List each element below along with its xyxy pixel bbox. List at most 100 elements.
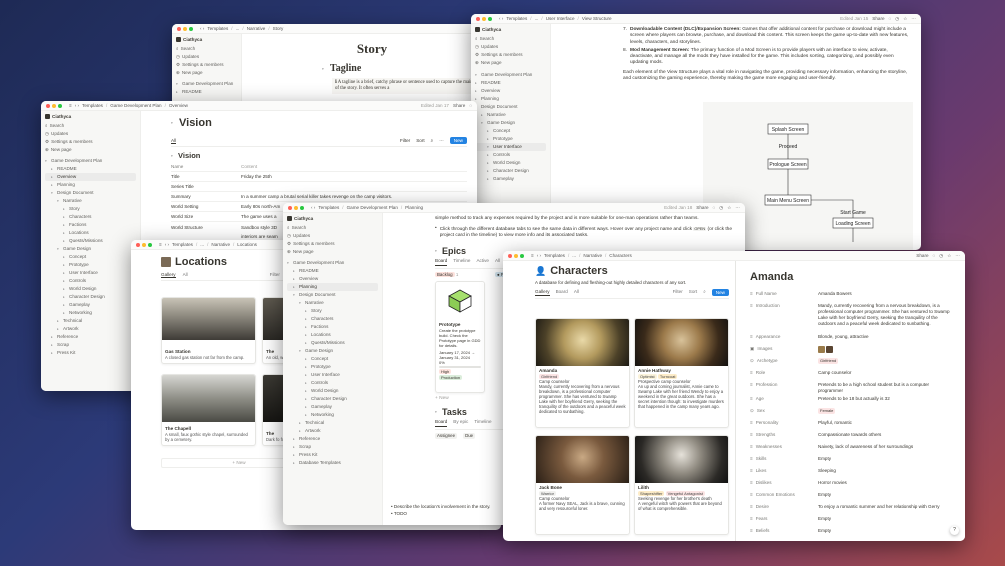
view-tab-timeline[interactable]: Timeline bbox=[453, 258, 470, 266]
sidebar-item[interactable]: ▸ Characters bbox=[45, 213, 136, 221]
maximize-button[interactable] bbox=[488, 16, 492, 21]
search-icon[interactable]: ⌕ bbox=[431, 138, 434, 143]
sidebar-item[interactable]: ▾ Game Development Plan bbox=[45, 157, 136, 165]
sidebar-new-page[interactable]: ⊕ New page bbox=[45, 146, 136, 154]
property-row[interactable]: ⊙ Archetype Girlfriend bbox=[750, 356, 955, 368]
breadcrumb-item[interactable]: Templates bbox=[172, 242, 193, 247]
table-row[interactable]: Series Title bbox=[171, 182, 467, 192]
view-tab-all[interactable]: All bbox=[495, 258, 500, 266]
view-tab-active[interactable]: Active bbox=[476, 258, 489, 266]
sidebar-item[interactable]: ▾ Game Development Plan bbox=[475, 71, 546, 79]
sidebar-item[interactable]: ▾ Game Design bbox=[287, 347, 378, 355]
workspace-switcher[interactable]: Ciathyca bbox=[176, 37, 237, 42]
gallery-card[interactable]: Gas Station A closed gas station not far … bbox=[161, 297, 256, 364]
sidebar-settings[interactable]: ⚙ Settings & members bbox=[45, 138, 136, 146]
sidebar-item[interactable]: ▾ Game Development Plan bbox=[287, 259, 378, 267]
sidebar-item[interactable]: ▸ Prototype bbox=[45, 261, 136, 269]
sidebar-updates[interactable]: ◷ Updates bbox=[176, 53, 237, 61]
sidebar-item[interactable]: ▸ Factions bbox=[287, 323, 378, 331]
close-button[interactable] bbox=[508, 253, 512, 258]
sidebar-item[interactable]: ▸ Press Kit bbox=[287, 451, 378, 459]
close-button[interactable] bbox=[288, 205, 292, 210]
property-row[interactable]: ≡ Beliefs Empty bbox=[750, 526, 955, 538]
breadcrumb-item[interactable]: Game Development Plan bbox=[347, 205, 398, 210]
sidebar-toggle-icon[interactable]: ≡ bbox=[69, 103, 72, 108]
sidebar-new-page[interactable]: ⊕ New page bbox=[176, 69, 237, 77]
share-button[interactable]: Share bbox=[696, 205, 708, 210]
property-row[interactable]: ≡ Profession Pretends to be a high school … bbox=[750, 380, 955, 394]
sidebar-search[interactable]: ⌕ Search bbox=[176, 45, 237, 53]
view-tab-gallery[interactable]: Gallery bbox=[161, 272, 176, 278]
more-icon[interactable]: ⋯ bbox=[439, 138, 444, 144]
filter-button[interactable]: Filter bbox=[673, 289, 683, 296]
breadcrumb-item[interactable]: Templates bbox=[207, 26, 228, 31]
new-button[interactable]: New bbox=[449, 137, 467, 144]
back-icon[interactable]: ‹ › bbox=[75, 103, 79, 108]
sidebar-item[interactable]: ▾Design Document bbox=[45, 189, 136, 197]
sidebar-item[interactable]: ▸ Controls bbox=[475, 151, 546, 159]
breadcrumb-item[interactable]: Templates bbox=[544, 253, 565, 258]
sidebar-new-page[interactable]: ⊕ New page bbox=[287, 248, 378, 256]
sidebar-item[interactable]: ▸ Overview bbox=[475, 87, 546, 95]
workspace-switcher[interactable]: Ciathyca bbox=[475, 27, 546, 32]
sidebar-search[interactable]: ⌕ Search bbox=[475, 35, 546, 43]
property-row[interactable]: ▣ Images bbox=[750, 344, 955, 356]
maximize-button[interactable] bbox=[520, 253, 524, 258]
sidebar-item[interactable]: ▸ Overview bbox=[287, 275, 378, 283]
property-row[interactable]: ≡ Fears Empty bbox=[750, 514, 955, 526]
sidebar-item[interactable]: ▸ Concept bbox=[45, 253, 136, 261]
sidebar-item[interactable]: ▸ Planning bbox=[45, 181, 136, 189]
sidebar-item[interactable]: ▸ Quests/Missions bbox=[287, 339, 378, 347]
property-row[interactable]: ≡ Desire To enjoy a romantic summer and he… bbox=[750, 502, 955, 514]
minimize-button[interactable] bbox=[482, 16, 486, 21]
sidebar-item[interactable]: ▾Design Document bbox=[475, 103, 546, 111]
share-button[interactable]: Share bbox=[916, 253, 928, 258]
property-row[interactable]: ≡ Age Pretends to be 18 but actually is 32 bbox=[750, 394, 955, 406]
maximize-button[interactable] bbox=[189, 26, 193, 31]
breadcrumb-item[interactable]: Narrative bbox=[247, 26, 266, 31]
sidebar-item[interactable]: ▾ Game Design bbox=[475, 119, 546, 127]
property-row[interactable]: ⊙ Sex Female bbox=[750, 406, 955, 418]
sidebar-item[interactable]: ▸ Networking bbox=[287, 411, 378, 419]
filter-button[interactable]: Filter bbox=[400, 138, 410, 143]
maximize-button[interactable] bbox=[58, 103, 62, 108]
sidebar-item[interactable]: ▸ User Interface bbox=[45, 269, 136, 277]
sidebar-new-page[interactable]: ⊕ New page bbox=[475, 59, 546, 67]
sidebar-search[interactable]: ⌕ Search bbox=[45, 122, 136, 130]
sidebar-item[interactable]: ▸ World Design bbox=[45, 285, 136, 293]
sidebar-item[interactable]: ▸ Planning bbox=[475, 95, 546, 103]
view-tab-board[interactable]: Board bbox=[435, 419, 448, 427]
sidebar-item[interactable]: ▸ Character Design bbox=[475, 167, 546, 175]
close-button[interactable] bbox=[46, 103, 50, 108]
share-button[interactable]: Share bbox=[872, 16, 884, 21]
comment-icon[interactable]: ◌ bbox=[469, 103, 472, 108]
sidebar-item[interactable]: ▸ Locations bbox=[287, 331, 378, 339]
share-button[interactable]: Share bbox=[453, 103, 465, 108]
close-button[interactable] bbox=[136, 242, 140, 247]
breadcrumb-item[interactable]: Characters bbox=[609, 253, 631, 258]
property-row[interactable]: ≡ Full Name Amanda Bowers bbox=[750, 289, 955, 301]
minimize-button[interactable] bbox=[514, 253, 518, 258]
breadcrumb-item[interactable]: Story bbox=[273, 26, 284, 31]
history-icon[interactable]: ◷ bbox=[719, 205, 723, 211]
sidebar-item[interactable]: ▸ Locations bbox=[45, 229, 136, 237]
back-icon[interactable]: ‹ › bbox=[499, 16, 503, 21]
table-row[interactable]: Title Friday the 25th bbox=[171, 172, 467, 182]
breadcrumb-item[interactable]: Game Development Plan bbox=[110, 103, 161, 108]
due-filter[interactable]: Due bbox=[463, 432, 476, 439]
sidebar-item[interactable]: ▸ Quests/Missions bbox=[45, 237, 136, 245]
sidebar-item[interactable]: ▸ Overview bbox=[45, 173, 136, 181]
breadcrumb-item[interactable]: Overview bbox=[169, 103, 188, 108]
sidebar-item[interactable]: ▸ World Design bbox=[475, 159, 546, 167]
minimize-button[interactable] bbox=[52, 103, 56, 108]
sidebar-updates[interactable]: ◷ Updates bbox=[287, 232, 378, 240]
workspace-switcher[interactable]: Ciathyca bbox=[45, 114, 136, 119]
sidebar-item[interactable]: ▸ Artwork bbox=[287, 427, 378, 435]
comment-icon[interactable]: ◌ bbox=[933, 253, 936, 258]
breadcrumb-item[interactable]: View Structure bbox=[582, 16, 612, 21]
sidebar-item[interactable]: ▸ README bbox=[287, 267, 378, 275]
sidebar-item[interactable]: ▸ README bbox=[45, 165, 136, 173]
minimize-button[interactable] bbox=[183, 26, 187, 31]
property-row[interactable]: ≡ Appearance Blonde, young, attractive bbox=[750, 332, 955, 344]
sidebar-item[interactable]: ▸ Gameplay bbox=[475, 175, 546, 183]
